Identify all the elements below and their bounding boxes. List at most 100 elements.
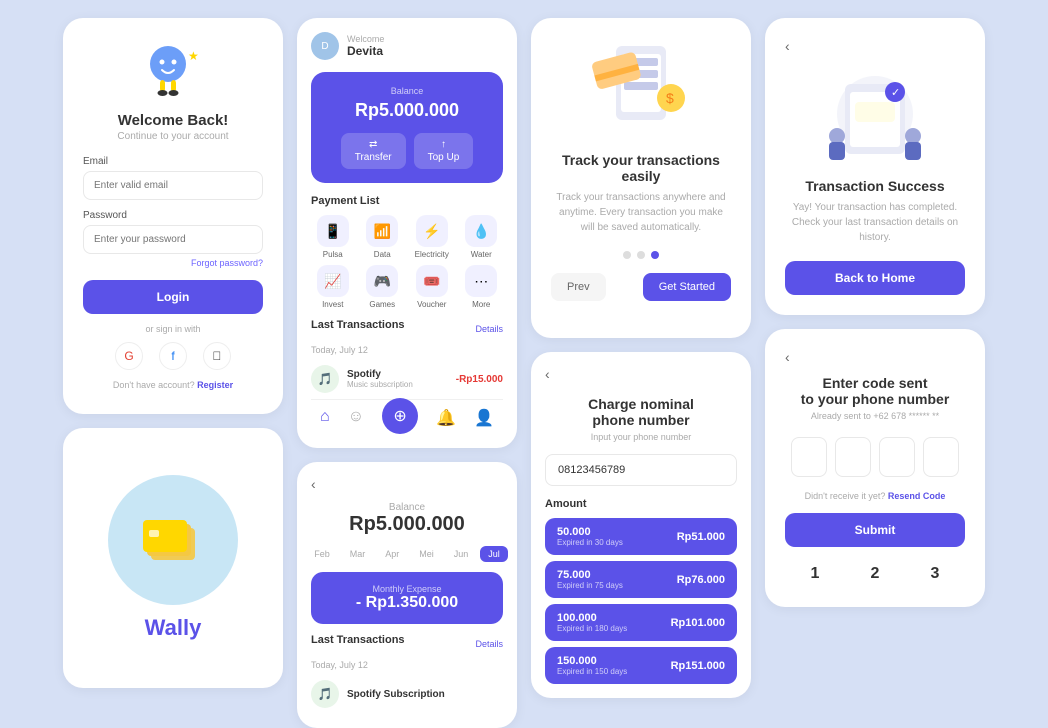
transfer-button[interactable]: ⇄ Transfer — [341, 133, 406, 169]
numpad-1[interactable]: 1 — [801, 561, 830, 587]
month-tab-feb[interactable]: Feb — [306, 546, 338, 562]
code-box-4[interactable] — [923, 437, 959, 477]
topup-button[interactable]: ↑ Top Up — [414, 133, 474, 169]
bd-tx-info: Spotify Subscription — [347, 689, 503, 700]
amount-options: 50.000 Expired in 30 days Rp51.000 75.00… — [545, 518, 737, 684]
svg-text:★: ★ — [188, 49, 199, 63]
charge-back-button[interactable]: ‹ — [545, 366, 550, 382]
home-button[interactable]: Back to Home — [785, 261, 965, 295]
nav-history[interactable]: 🔔 — [436, 408, 456, 434]
pay-water[interactable]: 💧 Water — [460, 215, 504, 259]
data-icon: 📶 — [366, 215, 398, 247]
apple-icon[interactable]:  — [203, 342, 231, 370]
pay-more[interactable]: ⋯ More — [460, 265, 504, 309]
pay-data[interactable]: 📶 Data — [361, 215, 405, 259]
bd-tx-header: Last Transactions Details — [311, 634, 503, 654]
charge-title: Charge nominalphone number — [545, 396, 737, 428]
code-box-2[interactable] — [835, 437, 871, 477]
expense-box: Monthly Expense - Rp1.350.000 — [311, 572, 503, 624]
code-box-3[interactable] — [879, 437, 915, 477]
more-label: More — [472, 300, 490, 309]
amount-option-left-75: 75.000 Expired in 75 days — [557, 569, 623, 590]
track-desc: Track your transactions anywhere and any… — [551, 190, 731, 235]
wally-card: Wally — [63, 428, 283, 688]
or-text: or sign in with — [83, 324, 263, 334]
nav-bar: ⌂ ☺ ⊕ 🔔 👤 — [311, 399, 503, 434]
month-tab-mar[interactable]: Mar — [342, 546, 374, 562]
get-started-button[interactable]: Get Started — [643, 273, 731, 301]
resend-link[interactable]: Resend Code — [888, 491, 946, 501]
amount-option-100[interactable]: 100.000 Expired in 180 days Rp101.000 — [545, 604, 737, 641]
details-link[interactable]: Details — [475, 324, 503, 334]
submit-button[interactable]: Submit — [785, 513, 965, 547]
tx-name: Spotify — [347, 369, 448, 380]
amount-option-left: 50.000 Expired in 30 days — [557, 526, 623, 547]
amount-option-75[interactable]: 75.000 Expired in 75 days Rp76.000 — [545, 561, 737, 598]
success-title: Transaction Success — [785, 178, 965, 194]
month-tab-apr[interactable]: Apr — [377, 546, 407, 562]
success-back-button[interactable]: ‹ — [785, 38, 965, 54]
water-label: Water — [471, 250, 492, 259]
facebook-icon[interactable]: f — [159, 342, 187, 370]
email-field[interactable] — [83, 171, 263, 200]
nav-profile[interactable]: ☺ — [348, 408, 364, 434]
password-field[interactable] — [83, 225, 263, 254]
pay-voucher[interactable]: 🎟️ Voucher — [410, 265, 454, 309]
google-icon[interactable]: G — [115, 342, 143, 370]
numpad: 1 2 3 — [785, 561, 965, 587]
track-title: Track your transactions easily — [551, 152, 731, 184]
dot-1 — [623, 251, 631, 259]
transfer-icon: ⇄ — [369, 139, 377, 150]
password-label: Password — [83, 210, 263, 221]
bd-tx-date: Today, July 12 — [311, 660, 503, 670]
tx-info: Spotify Music subscription — [347, 369, 448, 389]
prev-button[interactable]: Prev — [551, 273, 606, 301]
back-button[interactable]: ‹ — [311, 476, 503, 492]
balance-actions: ⇄ Transfer ↑ Top Up — [325, 133, 489, 169]
pay-invest[interactable]: 📈 Invest — [311, 265, 355, 309]
dashboard-header: D Welcome Devita — [311, 32, 503, 60]
bd-balance-amount: Rp5.000.000 — [311, 513, 503, 536]
numpad-2[interactable]: 2 — [861, 561, 890, 587]
bd-transaction-row: 🎵 Spotify Subscription — [311, 674, 503, 714]
invest-icon: 📈 — [317, 265, 349, 297]
bd-balance-label: Balance — [311, 502, 503, 513]
code-title: Enter code sentto your phone number — [785, 375, 965, 407]
nav-settings[interactable]: 👤 — [474, 408, 494, 434]
phone-input[interactable] — [545, 454, 737, 486]
bd-tx-icon: 🎵 — [311, 680, 339, 708]
dashboard-card: D Welcome Devita Balance Rp5.000.000 ⇄ T… — [297, 18, 517, 448]
bd-details-link[interactable]: Details — [475, 639, 503, 649]
balance-label: Balance — [325, 86, 489, 96]
nav-fab[interactable]: ⊕ — [382, 398, 418, 434]
track-navigation: Prev Get Started — [551, 273, 731, 301]
register-link[interactable]: Register — [197, 380, 233, 390]
month-tab-mei[interactable]: Mei — [411, 546, 442, 562]
bd-tx-title: Last Transactions — [311, 634, 405, 646]
pulsa-icon: 📱 — [317, 215, 349, 247]
topup-icon: ↑ — [441, 139, 446, 150]
charge-card: ‹ Charge nominalphone number Input your … — [531, 352, 751, 698]
amount-option-left-150: 150.000 Expired in 150 days — [557, 655, 627, 676]
pay-games[interactable]: 🎮 Games — [361, 265, 405, 309]
electricity-icon: ⚡ — [416, 215, 448, 247]
bd-tx-name: Spotify Subscription — [347, 689, 503, 700]
month-tab-jul[interactable]: Jul — [480, 546, 508, 562]
numpad-3[interactable]: 3 — [921, 561, 950, 587]
user-name: Devita — [347, 44, 384, 58]
code-box-1[interactable] — [791, 437, 827, 477]
pulsa-label: Pulsa — [323, 250, 343, 259]
amount-option-50[interactable]: 50.000 Expired in 30 days Rp51.000 — [545, 518, 737, 555]
forgot-password-link[interactable]: Forgot password? — [83, 258, 263, 268]
nav-home[interactable]: ⌂ — [320, 408, 330, 434]
code-back-button[interactable]: ‹ — [785, 349, 965, 365]
games-label: Games — [369, 300, 395, 309]
month-tab-jun[interactable]: Jun — [446, 546, 477, 562]
tx-amount: -Rp15.000 — [456, 374, 503, 385]
amount-option-150[interactable]: 150.000 Expired in 150 days Rp151.000 — [545, 647, 737, 684]
tx-date: Today, July 12 — [311, 345, 503, 355]
login-button[interactable]: Login — [83, 280, 263, 314]
pay-electricity[interactable]: ⚡ Electricity — [410, 215, 454, 259]
games-icon: 🎮 — [366, 265, 398, 297]
pay-pulsa[interactable]: 📱 Pulsa — [311, 215, 355, 259]
